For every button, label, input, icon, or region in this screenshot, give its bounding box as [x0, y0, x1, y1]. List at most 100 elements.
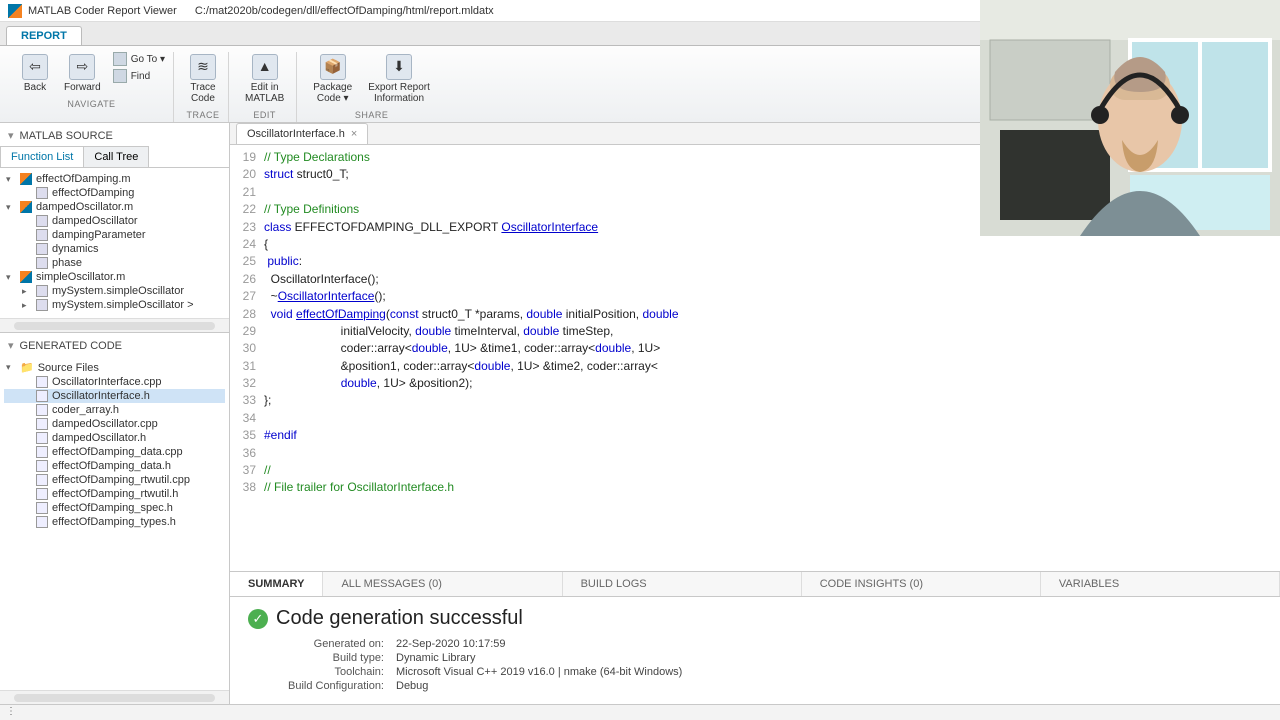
export-report-button[interactable]: ⬇ Export Report Information — [364, 52, 434, 106]
code-line[interactable]: 27 ~OscillatorInterface(); — [230, 288, 1280, 305]
code-line[interactable]: 32 double, 1U> &position2); — [230, 375, 1280, 392]
twisty-icon: ▸ — [22, 286, 32, 297]
tree-item[interactable]: ▾dampedOscillator.m — [4, 200, 225, 214]
tree-item[interactable]: dampedOscillator.cpp — [4, 417, 225, 431]
matlab-source-heading[interactable]: ▾ MATLAB SOURCE — [0, 123, 229, 146]
edit-in-matlab-button[interactable]: ▲ Edit in MATLAB — [241, 52, 288, 106]
code-line[interactable]: 36 — [230, 445, 1280, 462]
close-icon[interactable]: × — [351, 128, 357, 140]
file-icon — [36, 418, 48, 430]
summary-row: Generated on:22-Sep-2020 10:17:59 — [276, 638, 1262, 650]
line-number: 19 — [230, 149, 264, 166]
tree-item[interactable]: ▾simpleOscillator.m — [4, 270, 225, 284]
tab-call-tree[interactable]: Call Tree — [83, 146, 149, 167]
generated-code-heading[interactable]: ▾ GENERATED CODE — [0, 333, 229, 356]
file-icon — [36, 285, 48, 297]
file-icon — [36, 299, 48, 311]
file-icon — [20, 173, 32, 185]
ribbon-group-trace: TRACE — [186, 106, 219, 122]
tab-function-list[interactable]: Function List — [0, 146, 84, 167]
package-code-button[interactable]: 📦 Package Code ▾ — [309, 52, 356, 106]
arrow-right-icon: ⇨ — [69, 54, 95, 80]
ribbon-tab-report[interactable]: REPORT — [6, 26, 82, 45]
tree-item[interactable]: effectOfDamping_spec.h — [4, 501, 225, 515]
line-number: 23 — [230, 219, 264, 236]
file-icon — [36, 460, 48, 472]
tree-item[interactable]: effectOfDamping_rtwutil.cpp — [4, 473, 225, 487]
tree-item-label: dynamics — [52, 243, 98, 255]
tree-item[interactable]: coder_array.h — [4, 403, 225, 417]
presenter-webcam-overlay — [980, 0, 1280, 236]
summary-value: Debug — [396, 680, 428, 692]
tree-item[interactable]: ▾effectOfDamping.m — [4, 172, 225, 186]
nav-back-button[interactable]: ⇦ Back — [18, 52, 52, 95]
line-number: 33 — [230, 392, 264, 409]
code-line[interactable]: 29 initialVelocity, double timeInterval,… — [230, 323, 1280, 340]
trace-icon: ≋ — [190, 54, 216, 80]
tab-summary[interactable]: SUMMARY — [230, 572, 323, 596]
find-icon — [113, 69, 127, 83]
summary-value: 22-Sep-2020 10:17:59 — [396, 638, 505, 650]
line-number: 20 — [230, 166, 264, 183]
code-line[interactable]: 25 public: — [230, 253, 1280, 270]
tree-item[interactable]: OscillatorInterface.h — [4, 389, 225, 403]
nav-find-button[interactable]: Find — [113, 69, 165, 83]
file-icon — [36, 257, 48, 269]
code-line[interactable]: 30 coder::array<double, 1U> &time1, code… — [230, 340, 1280, 357]
tree-item[interactable]: effectOfDamping_rtwutil.h — [4, 487, 225, 501]
horizontal-scrollbar[interactable] — [0, 318, 229, 332]
tree-item[interactable]: effectOfDamping_data.h — [4, 459, 225, 473]
tree-item-label: Source Files — [38, 362, 99, 374]
ribbon-group-navigate: NAVIGATE — [67, 95, 115, 111]
tab-all-messages[interactable]: ALL MESSAGES (0) — [323, 572, 562, 596]
code-line[interactable]: 37// — [230, 462, 1280, 479]
tree-item[interactable]: dynamics — [4, 242, 225, 256]
code-text: &position1, coder::array<double, 1U> &ti… — [264, 358, 1280, 375]
tree-item[interactable]: dampedOscillator — [4, 214, 225, 228]
code-text: ~OscillatorInterface(); — [264, 288, 1280, 305]
tab-variables[interactable]: VARIABLES — [1041, 572, 1280, 596]
code-line[interactable]: 35#endif — [230, 427, 1280, 444]
tree-item-label: effectOfDamping_types.h — [52, 516, 176, 528]
code-line[interactable]: 26 OscillatorInterface(); — [230, 271, 1280, 288]
tree-item[interactable]: dampingParameter — [4, 228, 225, 242]
code-line[interactable]: 24{ — [230, 236, 1280, 253]
code-line[interactable]: 34 — [230, 410, 1280, 427]
file-icon — [36, 446, 48, 458]
trace-code-button[interactable]: ≋ Trace Code — [186, 52, 220, 106]
status-bar: ⋮ — [0, 704, 1280, 720]
tree-item[interactable]: effectOfDamping_types.h — [4, 515, 225, 529]
report-tabs: SUMMARY ALL MESSAGES (0) BUILD LOGS CODE… — [230, 571, 1280, 597]
tree-item[interactable]: OscillatorInterface.cpp — [4, 375, 225, 389]
code-text: void effectOfDamping(const struct0_T *pa… — [264, 306, 1280, 323]
line-number: 31 — [230, 358, 264, 375]
line-number: 28 — [230, 306, 264, 323]
file-icon — [36, 404, 48, 416]
tree-item-label: dampedOscillator.cpp — [52, 418, 158, 430]
tree-item[interactable]: ▸ mySystem.simpleOscillator — [4, 284, 225, 298]
nav-goto-button[interactable]: Go To ▾ — [113, 52, 165, 66]
line-number: 26 — [230, 271, 264, 288]
tree-item[interactable]: effectOfDamping_data.cpp — [4, 445, 225, 459]
horizontal-scrollbar[interactable] — [0, 690, 229, 704]
twisty-icon: ▸ — [22, 300, 32, 311]
code-text: initialVelocity, double timeInterval, do… — [264, 323, 1280, 340]
tree-item-label: effectOfDamping_rtwutil.h — [52, 488, 178, 500]
tree-item[interactable]: dampedOscillator.h — [4, 431, 225, 445]
summary-value: Microsoft Visual C++ 2019 v16.0 | nmake … — [396, 666, 682, 678]
code-line[interactable]: 28 void effectOfDamping(const struct0_T … — [230, 306, 1280, 323]
tab-code-insights[interactable]: CODE INSIGHTS (0) — [802, 572, 1041, 596]
tree-item[interactable]: effectOfDamping — [4, 186, 225, 200]
file-tab-oscillatorinterface[interactable]: OscillatorInterface.h × — [236, 123, 368, 144]
tab-build-logs[interactable]: BUILD LOGS — [563, 572, 802, 596]
tree-item[interactable]: ▸mySystem.simpleOscillator > — [4, 298, 225, 312]
file-icon — [36, 488, 48, 500]
code-line[interactable]: 31 &position1, coder::array<double, 1U> … — [230, 358, 1280, 375]
code-line[interactable]: 33}; — [230, 392, 1280, 409]
code-line[interactable]: 38// File trailer for OscillatorInterfac… — [230, 479, 1280, 496]
tree-item[interactable]: phase — [4, 256, 225, 270]
line-number: 29 — [230, 323, 264, 340]
tree-item-label: mySystem.simpleOscillator — [52, 285, 184, 297]
tree-item[interactable]: ▾📁Source Files — [4, 360, 225, 375]
nav-forward-button[interactable]: ⇨ Forward — [60, 52, 105, 95]
